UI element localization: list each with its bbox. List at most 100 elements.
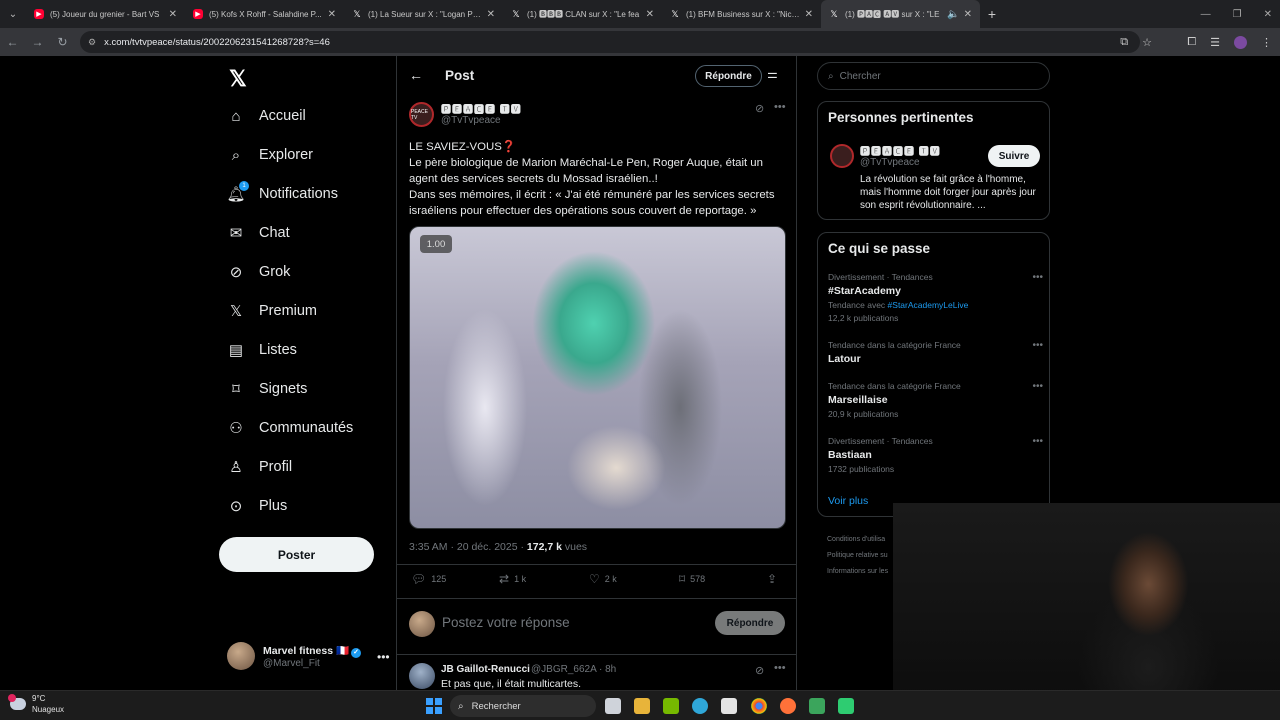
relevant-people-panel: Personnes pertinentes 🅿🅴🅰🅲🅴 🆃🆅 @TvTvpeac…	[817, 101, 1050, 220]
search-input[interactable]: ⌕ Chercher	[817, 62, 1050, 90]
nvidia-icon[interactable]	[663, 698, 679, 714]
bookmark-action[interactable]: ⌑ 578	[679, 572, 705, 586]
edge-icon[interactable]	[692, 698, 708, 714]
back-icon[interactable]: ←	[0, 35, 25, 49]
trend-item[interactable]: Divertissement · Tendances Bastiaan 1732…	[828, 436, 1043, 474]
more-options-icon[interactable]: •••	[1032, 381, 1043, 392]
grok-icon[interactable]: ⊘	[755, 664, 764, 677]
more-options-icon[interactable]: •••	[377, 650, 390, 664]
close-tab-icon[interactable]: ✕	[169, 9, 177, 20]
trend-hashtag-link[interactable]: #StarAcademyLeLive	[888, 300, 969, 310]
x-logo-icon[interactable]: 𝕏	[229, 66, 247, 92]
close-tab-icon[interactable]: ✕	[487, 9, 495, 20]
sidebar-item-bookmarks[interactable]: ⌑ Signets	[227, 374, 307, 404]
browser-tab-active[interactable]: 𝕏 (1) 🅿🅰🅲 🅰🆅 sur X : "LE 🔈 ✕	[821, 0, 980, 28]
close-tab-icon[interactable]: ✕	[646, 9, 654, 20]
chrome-icon[interactable]	[751, 698, 767, 714]
reply-submit-button[interactable]: Répondre	[715, 611, 785, 635]
reply-action[interactable]: 💬︎ 125	[411, 572, 446, 586]
sidebar-item-chat[interactable]: ✉ Chat	[227, 218, 290, 248]
mute-tab-icon[interactable]: 🔈	[947, 9, 959, 20]
grok-icon[interactable]: ⊘	[755, 102, 764, 115]
file-explorer-icon[interactable]	[634, 698, 650, 714]
more-options-icon[interactable]: •••	[1032, 436, 1043, 447]
author-name[interactable]: 🅿🅴🅰🅲🅴 🆃🆅	[441, 101, 522, 116]
x-icon: 𝕏	[512, 8, 520, 19]
reply-button-header[interactable]: Répondre	[695, 65, 762, 87]
sidebar-item-grok[interactable]: ⊘ Grok	[227, 257, 291, 287]
close-tab-icon[interactable]: ✕	[964, 9, 972, 20]
extensions-icon[interactable]: ⧠	[1187, 36, 1196, 49]
app-icon[interactable]	[809, 698, 825, 714]
back-arrow-icon[interactable]: ←	[409, 67, 423, 83]
url-input[interactable]: ⚙ x.com/tvtvpeace/status/200220623154126…	[80, 31, 1140, 53]
sidebar-item-lists[interactable]: ▤ Listes	[227, 335, 297, 365]
post-timestamp[interactable]: 3:35 AM · 20 déc. 2025 ·	[409, 541, 527, 553]
footer-link[interactable]: Politique relative su	[827, 548, 897, 564]
sidebar-item-explore[interactable]: ⌕ Explorer	[227, 140, 313, 170]
restore-icon[interactable]: ❐	[1233, 9, 1242, 20]
browser-tab[interactable]: ▶ (5) Joueur du grenier - Bart VS ✕	[26, 0, 185, 28]
share-action[interactable]: ⇪	[767, 572, 777, 586]
sidebar-item-notifications[interactable]: 🔔︎ 1 Notifications	[226, 179, 338, 209]
sidebar-item-more[interactable]: ⊙ Plus	[227, 491, 288, 521]
more-options-icon[interactable]: •••	[774, 662, 786, 674]
footer-link[interactable]: Conditions d'utilisa	[827, 532, 897, 548]
firefox-icon[interactable]	[780, 698, 796, 714]
author-avatar[interactable]: PEACE TV	[409, 102, 434, 127]
reload-icon[interactable]: ↻	[50, 35, 75, 49]
trend-item[interactable]: Tendance dans la catégorie France Latour…	[828, 340, 1043, 365]
playback-speed-badge[interactable]: 1.00	[420, 235, 452, 253]
reading-list-icon[interactable]: ☰	[1210, 36, 1220, 49]
browser-menu-icon[interactable]: ⋮	[1261, 36, 1272, 49]
trend-item[interactable]: Divertissement · Tendances #StarAcademy …	[828, 272, 1043, 323]
comment-author-handle[interactable]: @JBGR_662A · 8h	[531, 664, 616, 675]
browser-tab[interactable]: 𝕏 (1) La Sueur sur X : "Logan Paul ✕	[344, 0, 503, 28]
see-more-link[interactable]: Voir plus	[828, 495, 868, 507]
minimize-icon[interactable]: —	[1201, 9, 1211, 20]
comment-avatar[interactable]	[409, 663, 435, 689]
sidebar-item-communities[interactable]: ⚇ Communautés	[227, 413, 353, 443]
relevant-person-name[interactable]: 🅿🅴🅰🅲🅴 🆃🆅	[860, 143, 941, 158]
windows-start-icon[interactable]	[426, 698, 442, 714]
like-action[interactable]: ♡ 2 k	[589, 572, 617, 586]
account-switcher[interactable]: Marvel fitness 🇫🇷 ✓ @Marvel_Fit •••	[227, 642, 390, 670]
profile-avatar[interactable]	[1234, 35, 1247, 49]
author-handle[interactable]: @TvTvpeace	[441, 115, 501, 126]
post-video[interactable]: 1.00	[409, 226, 786, 529]
more-options-icon[interactable]: •••	[1032, 272, 1043, 283]
browser-tab[interactable]: 𝕏 (1) BFM Business sur X : "Nicola ✕	[662, 0, 821, 28]
post-button[interactable]: Poster	[219, 537, 374, 572]
comment-author-name[interactable]: JB Gaillot-Renucci	[441, 664, 530, 675]
sidebar-item-profile[interactable]: ♙ Profil	[227, 452, 292, 482]
avatar[interactable]	[830, 144, 854, 168]
forward-icon[interactable]: →	[25, 35, 50, 49]
task-view-icon[interactable]	[605, 698, 621, 714]
bookmark-star-icon[interactable]: ☆	[1142, 36, 1152, 49]
browser-tab[interactable]: 𝕏 (1) 🅱🅱🅱 CLAN sur X : "Le fea ✕	[503, 0, 662, 28]
close-tab-icon[interactable]: ✕	[328, 9, 336, 20]
taskbar-search[interactable]: ⌕ Rechercher	[450, 695, 596, 717]
site-info-icon[interactable]: ⚙	[88, 37, 96, 48]
browser-tab[interactable]: ▶ (5) Kofs X Rohff - Salahdine P... ✕	[185, 0, 344, 28]
repost-action[interactable]: ⇄ 1 k	[499, 572, 526, 586]
store-icon[interactable]	[721, 698, 737, 714]
tab-search-icon[interactable]: ⌄	[0, 0, 26, 28]
footer-link[interactable]: Informations sur les	[827, 564, 897, 580]
close-window-icon[interactable]: ✕	[1264, 9, 1272, 20]
weather-widget[interactable]: 9°C Nuageux	[8, 693, 64, 715]
more-options-icon[interactable]: •••	[1032, 340, 1043, 351]
account-name: Marvel fitness 🇫🇷	[263, 644, 350, 657]
sidebar-item-premium[interactable]: 𝕏 Premium	[227, 296, 317, 326]
install-app-icon[interactable]: ⧉	[1120, 36, 1128, 49]
relevant-person-handle[interactable]: @TvTvpeace	[860, 157, 920, 168]
close-tab-icon[interactable]: ✕	[805, 9, 813, 20]
trend-item[interactable]: Tendance dans la catégorie France Marsei…	[828, 381, 1043, 419]
new-tab-button[interactable]: +	[980, 6, 1004, 22]
more-options-icon[interactable]: •••	[774, 101, 786, 113]
filter-icon[interactable]: ⚌	[767, 67, 778, 81]
reply-input[interactable]: Postez votre réponse	[442, 615, 570, 630]
app-icon[interactable]	[838, 698, 854, 714]
sidebar-item-home[interactable]: ⌂ Accueil	[227, 101, 305, 131]
follow-button[interactable]: Suivre	[988, 145, 1040, 167]
